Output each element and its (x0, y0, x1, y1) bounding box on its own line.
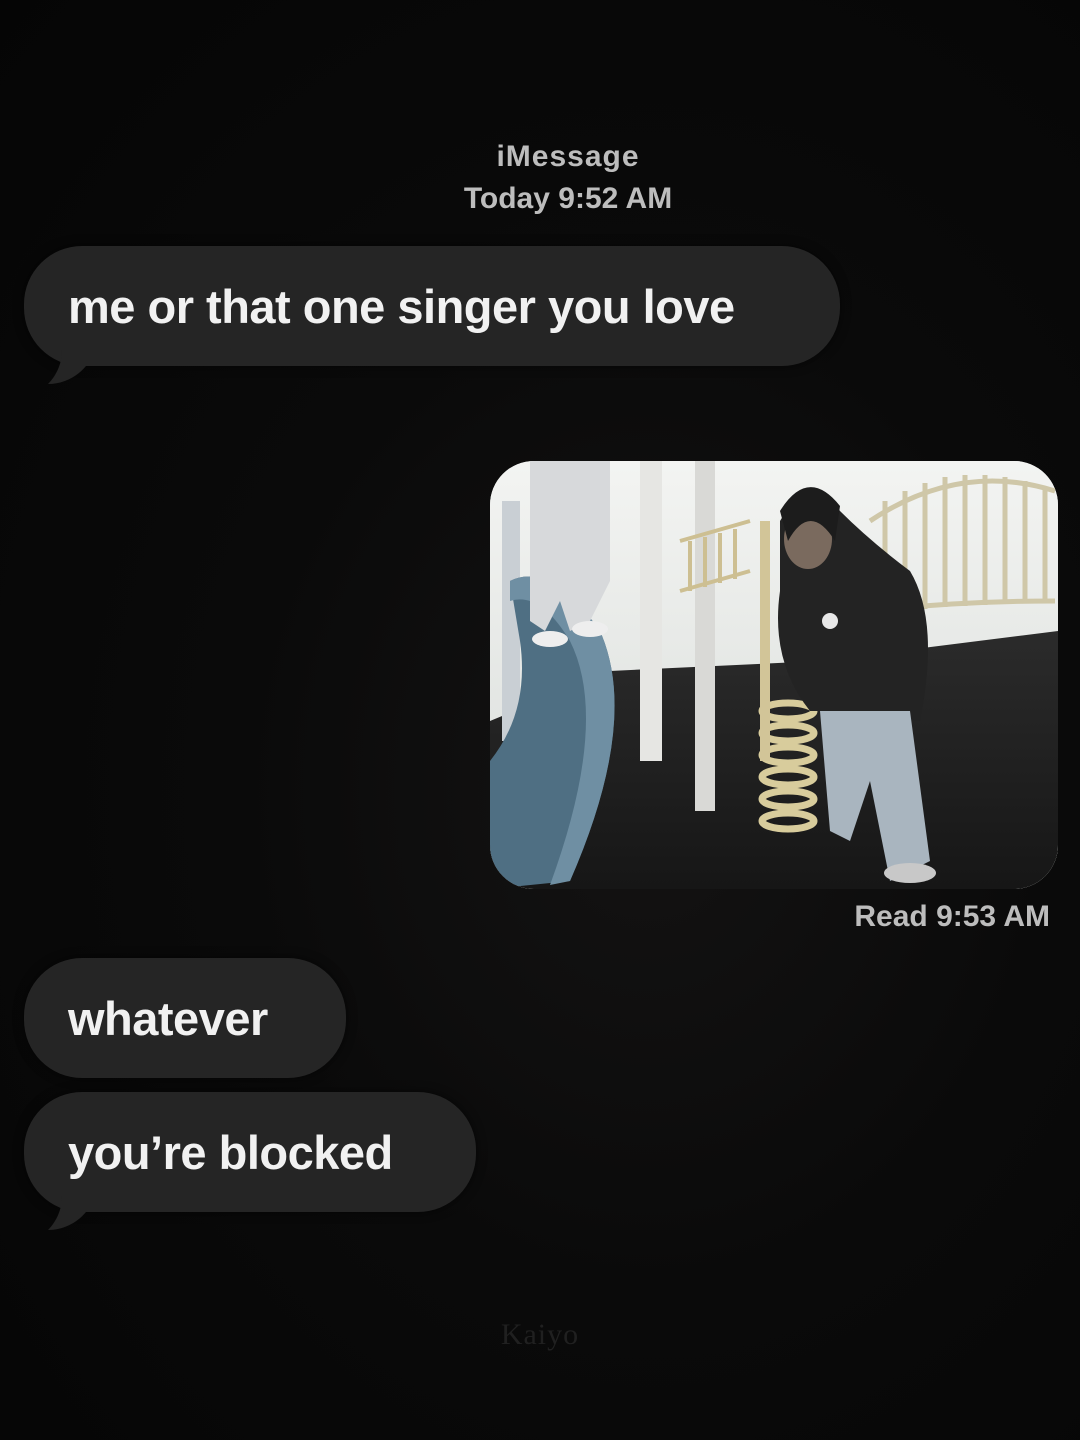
read-receipt: Read 9:53 AM (854, 900, 1050, 933)
conversation-timestamp: Today 9:52 AM (463, 182, 673, 215)
bubble-tail-icon (48, 350, 86, 384)
message-bubble-received[interactable]: me or that one singer you love (24, 246, 840, 366)
message-text: me or that one singer you love (68, 279, 735, 333)
playground-photo-icon (490, 461, 1058, 889)
message-bubble-received[interactable]: you’re blocked (24, 1092, 476, 1212)
bubble-tail-icon (48, 1196, 86, 1230)
message-text: you’re blocked (68, 1125, 393, 1179)
watermark: Kaiyo (500, 1318, 580, 1351)
service-label: iMessage (496, 140, 640, 173)
conversation-header: iMessage Today 9:52 AM (0, 140, 1080, 216)
message-bubble-received[interactable]: whatever (24, 958, 346, 1078)
message-text: whatever (68, 991, 268, 1045)
photo-attachment[interactable] (490, 461, 1058, 889)
